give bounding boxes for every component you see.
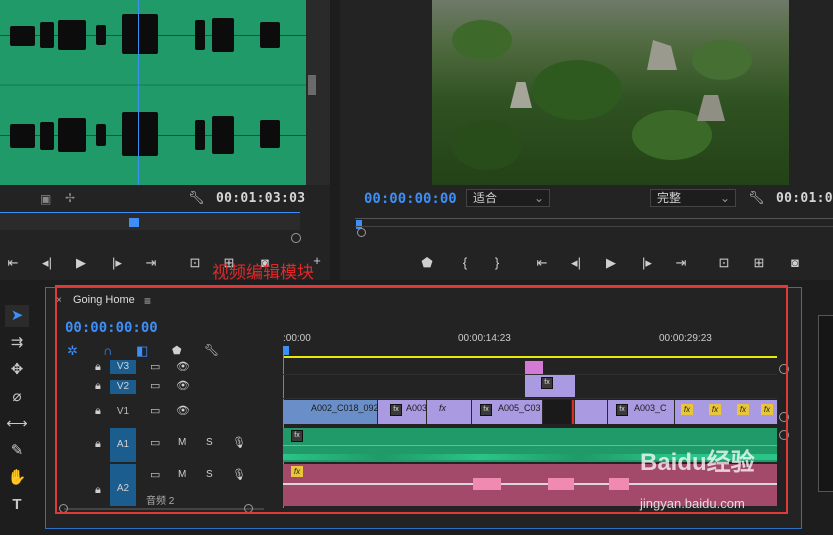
lift-icon[interactable]: ⊡ (715, 255, 733, 271)
quality-dropdown-label: 完整 (657, 191, 682, 205)
audio-drag-icon[interactable]: ✢ (65, 191, 75, 205)
go-to-in-icon[interactable]: ⇤ (533, 255, 551, 271)
step-forward-icon[interactable]: |▸ (108, 255, 126, 271)
source-time-ruler[interactable] (0, 212, 300, 230)
export-frame-icon[interactable]: ▣ (40, 192, 51, 206)
fit-dropdown[interactable]: 适合 ⌄ (466, 189, 550, 207)
mark-in-icon[interactable]: { (456, 255, 474, 270)
fit-dropdown-label: 适合 (473, 191, 498, 205)
extract-icon[interactable]: ⊞ (750, 255, 768, 271)
hand-tool-icon[interactable]: ✋ (5, 467, 29, 489)
program-timecode[interactable]: 00:00:00:00 (364, 191, 457, 207)
quality-dropdown[interactable]: 完整 ⌄ (650, 189, 736, 207)
mark-in-icon[interactable]: ⇤ (4, 255, 22, 271)
source-playhead[interactable] (129, 218, 139, 227)
pen-tool-icon[interactable]: ✎ (5, 440, 29, 462)
watermark-url: jingyan.baidu.com (640, 496, 745, 511)
program-time-ruler[interactable] (355, 216, 833, 237)
source-timecode[interactable]: 00:01:03:03 (216, 191, 305, 206)
type-tool-icon[interactable]: T (5, 494, 29, 516)
step-back-icon[interactable]: ◂| (567, 255, 585, 271)
step-forward-icon[interactable]: |▸ (638, 255, 656, 271)
program-video-frame (432, 0, 789, 185)
marker-icon[interactable]: ⬟ (418, 255, 436, 271)
play-icon[interactable]: ▶ (72, 255, 90, 271)
insert-icon[interactable]: ⊡ (186, 255, 204, 271)
go-to-out-icon[interactable]: ⇥ (672, 255, 690, 271)
slip-tool-icon[interactable]: ⟷ (5, 413, 29, 435)
wrench-icon[interactable]: 🔧︎ (748, 190, 765, 206)
selection-tool-icon[interactable]: ➤ (5, 305, 29, 327)
source-scrollbar[interactable] (306, 0, 330, 185)
step-back-icon[interactable]: ◂| (38, 255, 56, 271)
audio-waveform (0, 0, 306, 185)
play-icon[interactable]: ▶ (602, 255, 620, 271)
razor-tool-icon[interactable]: ⌀ (5, 386, 29, 408)
highlight-box (55, 285, 788, 514)
mark-out-icon[interactable]: } (488, 255, 506, 270)
source-monitor: ▣ ✢ 🔧︎ 00:01:03:03 ⇤ ◂| ▶ |▸ ⇥ ⊡ ⊞ ◙ + (0, 0, 330, 280)
camera-icon[interactable]: ◙ (786, 255, 804, 270)
chevron-down-icon: ⌄ (533, 191, 544, 205)
tools-panel: ➤ ⇉ ✥ ⌀ ⟷ ✎ ✋ T (0, 290, 34, 535)
ripple-edit-tool-icon[interactable]: ✥ (5, 359, 29, 381)
audio-meter (818, 315, 833, 492)
program-zoom-handle[interactable] (357, 228, 366, 237)
mark-out-icon[interactable]: ⇥ (142, 255, 160, 271)
annotation-label: 视频编辑模块 (212, 263, 314, 283)
chevron-down-icon: ⌄ (719, 191, 730, 205)
wrench-icon[interactable]: 🔧︎ (188, 190, 205, 206)
program-duration-timecode: 00:01:03 (776, 191, 833, 206)
watermark-brand: Baidu经验 (640, 449, 755, 476)
track-select-tool-icon[interactable]: ⇉ (5, 332, 29, 354)
source-zoom-handle[interactable] (291, 233, 301, 243)
